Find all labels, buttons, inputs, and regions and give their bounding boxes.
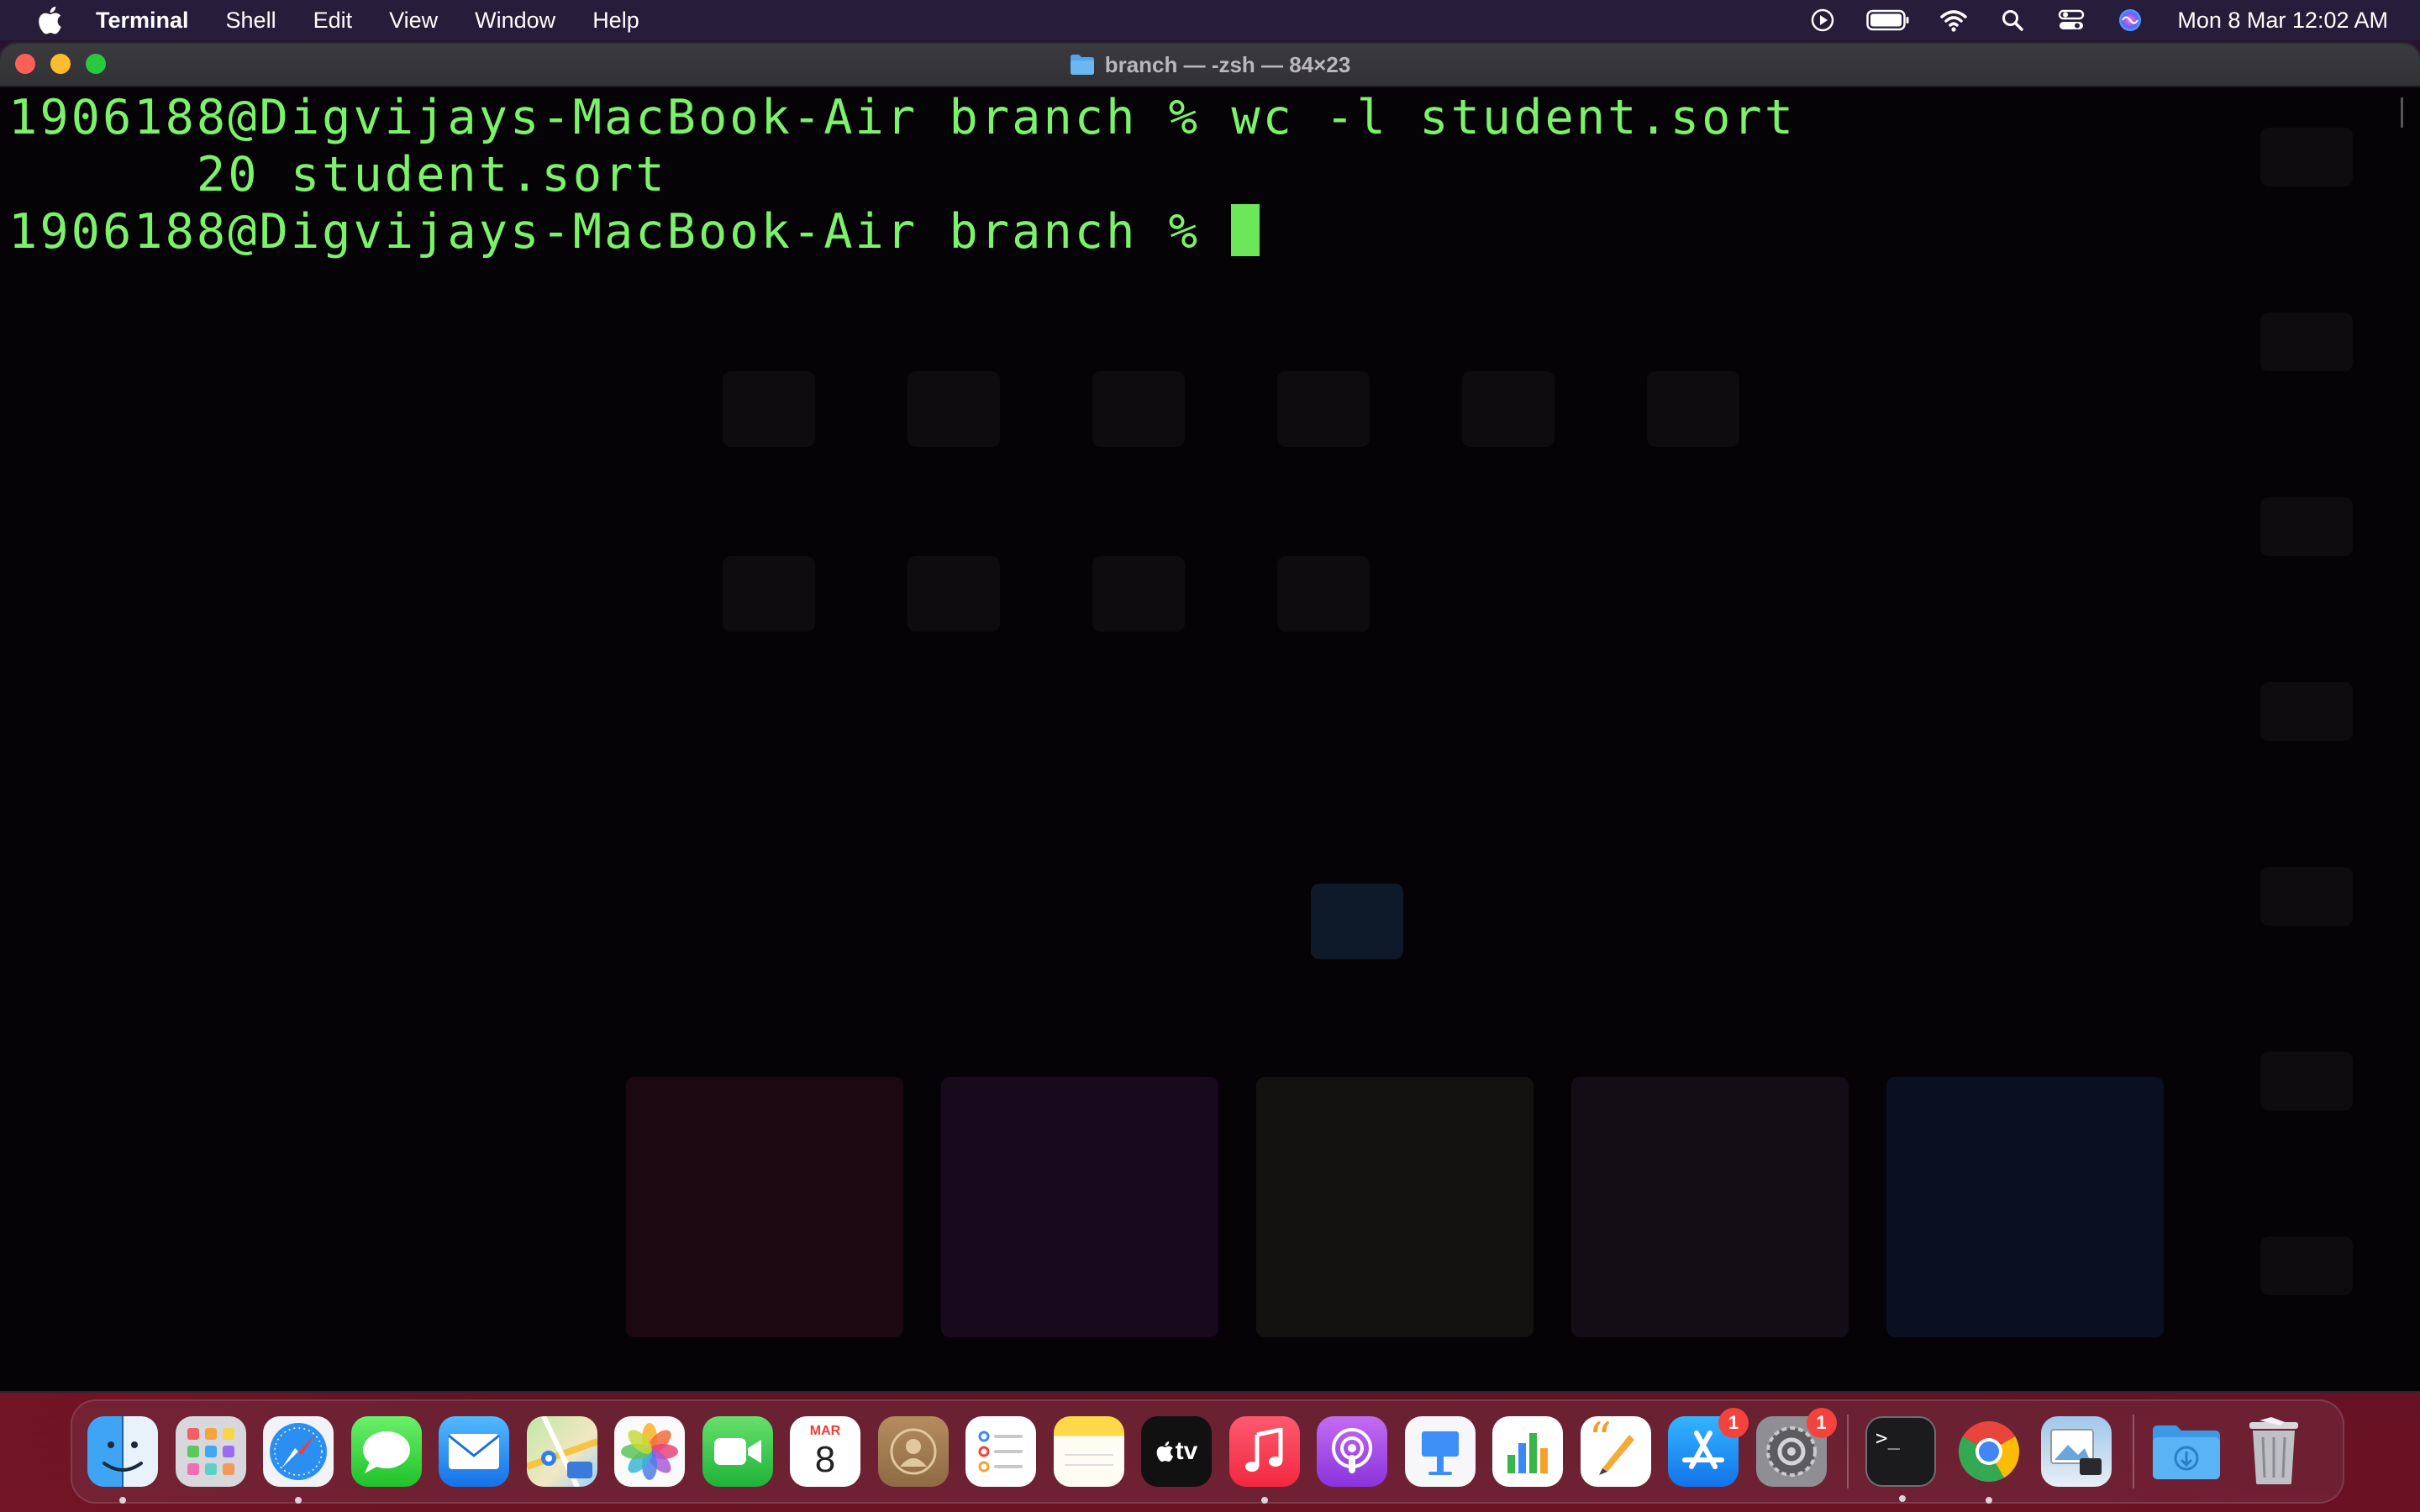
numbers-chart-icon xyxy=(1507,1433,1548,1473)
text-cursor xyxy=(1231,204,1260,256)
menu-bar-clock[interactable]: Mon 8 Mar 12:02 AM xyxy=(2177,8,2388,34)
chrome-icon xyxy=(1958,1421,2019,1483)
dock-safari[interactable] xyxy=(263,1416,334,1504)
pages-quote-glyph: “ xyxy=(1588,1413,1612,1466)
terminal-window: branch — -zsh — 84×23 1906188@Digvijays-… xyxy=(0,44,2420,1391)
menu-bar: Terminal Shell Edit View Window Help Mon… xyxy=(0,0,2420,40)
notification-badge: 1 xyxy=(1718,1408,1749,1438)
maps-icon xyxy=(526,1416,597,1487)
dock-app-store[interactable]: 1 xyxy=(1668,1408,1749,1487)
trash-icon xyxy=(2249,1417,2298,1484)
background-app-ghost xyxy=(0,86,2420,1391)
terminal-prompt-line: 1906188@Digvijays-MacBook-Air branch % xyxy=(8,203,2403,260)
battery-icon[interactable] xyxy=(1865,3,1912,37)
running-indicator xyxy=(295,1497,302,1504)
dock-downloads-folder[interactable] xyxy=(2151,1416,2222,1487)
terminal-output[interactable]: 1906188@Digvijays-MacBook-Air branch % w… xyxy=(8,89,2403,260)
siri-icon[interactable] xyxy=(2113,3,2147,37)
running-indicator xyxy=(1260,1497,1268,1504)
dock-separator xyxy=(1847,1415,1849,1488)
wifi-icon[interactable] xyxy=(1937,3,1970,37)
terminal-prompt: 1906188@Digvijays-MacBook-Air branch % xyxy=(8,204,1232,260)
running-indicator xyxy=(1985,1497,1992,1504)
dock-keynote[interactable] xyxy=(1404,1416,1476,1487)
keynote-podium-icon xyxy=(1421,1431,1459,1475)
mail-envelope-icon xyxy=(448,1434,500,1469)
running-indicator xyxy=(119,1497,126,1504)
dock-messages[interactable] xyxy=(350,1416,422,1487)
contacts-person-icon xyxy=(890,1428,936,1475)
dock-reminders[interactable] xyxy=(965,1416,1036,1487)
dock-calendar[interactable]: MAR 8 xyxy=(790,1416,860,1487)
dock-trash[interactable] xyxy=(2238,1416,2309,1487)
notification-badge: 1 xyxy=(1806,1408,1837,1438)
photos-flower-icon xyxy=(621,1423,678,1480)
dock-podcasts[interactable] xyxy=(1317,1416,1387,1487)
app-store-icon xyxy=(1682,1431,1724,1469)
facetime-camera-icon xyxy=(713,1438,761,1465)
close-window-button[interactable] xyxy=(15,54,35,74)
dock-separator xyxy=(2132,1415,2134,1488)
window-controls xyxy=(15,54,121,74)
dock-launchpad[interactable] xyxy=(175,1416,246,1487)
running-indicator xyxy=(1899,1495,1906,1502)
terminal-line: 1906188@Digvijays-MacBook-Air branch % w… xyxy=(8,90,1797,145)
control-center-icon[interactable] xyxy=(2054,3,2088,37)
downloads-folder-icon xyxy=(2152,1425,2220,1479)
terminal-prompt-glyph: >_ xyxy=(1876,1426,1900,1450)
dock-preview[interactable] xyxy=(2041,1416,2112,1487)
status-area: Mon 8 Mar 12:02 AM xyxy=(1781,3,2388,37)
menu-help[interactable]: Help xyxy=(592,8,639,34)
reminders-list-icon xyxy=(978,1431,1023,1473)
dock-notes[interactable] xyxy=(1053,1416,1124,1487)
launchpad-icon xyxy=(187,1428,234,1475)
dock-photos[interactable] xyxy=(614,1416,685,1487)
menu-app-name[interactable]: Terminal xyxy=(96,8,189,34)
dock-pages[interactable]: “ xyxy=(1580,1413,1651,1487)
zoom-window-button[interactable] xyxy=(86,54,106,74)
dock-contacts[interactable] xyxy=(877,1416,949,1487)
menu-shell[interactable]: Shell xyxy=(226,8,276,34)
calendar-day: 8 xyxy=(814,1439,836,1480)
apple-tv-logo-icon xyxy=(1156,1441,1173,1462)
apple-tv-label: tv xyxy=(1175,1437,1198,1465)
dock-numbers[interactable] xyxy=(1492,1416,1563,1487)
dock-finder[interactable] xyxy=(87,1416,158,1504)
menu-edit[interactable]: Edit xyxy=(313,8,353,34)
spotlight-search-icon[interactable] xyxy=(1996,3,2029,37)
dock-music[interactable] xyxy=(1228,1416,1300,1504)
preview-photos-icon xyxy=(2050,1429,2102,1475)
dock-apple-tv[interactable]: tv xyxy=(1141,1416,1212,1487)
screen-recording-icon[interactable] xyxy=(1806,3,1839,37)
dock-terminal[interactable]: >_ xyxy=(1865,1416,1936,1502)
safari-compass-icon xyxy=(270,1423,327,1480)
podcasts-icon xyxy=(1332,1428,1372,1473)
music-note-icon xyxy=(1244,1428,1282,1472)
dock-maps[interactable] xyxy=(526,1416,597,1487)
apple-menu-icon[interactable] xyxy=(34,4,66,36)
dock-mail[interactable] xyxy=(439,1416,509,1487)
window-title: branch — -zsh — 84×23 xyxy=(1070,51,1351,78)
dock-chrome[interactable] xyxy=(1954,1416,2024,1504)
messages-bubble-icon xyxy=(362,1431,410,1473)
menu-view[interactable]: View xyxy=(389,8,438,34)
dock: MAR 8 tv “ 1 1 >_ xyxy=(71,1399,2344,1504)
calendar-month: MAR xyxy=(809,1424,841,1438)
dock-facetime[interactable] xyxy=(702,1416,773,1487)
terminal-line: 20 student.sort xyxy=(8,147,667,202)
folder-icon xyxy=(1070,55,1094,75)
window-title-text: branch — -zsh — 84×23 xyxy=(1104,51,1351,77)
minimize-window-button[interactable] xyxy=(50,54,71,74)
dock-system-preferences[interactable]: 1 xyxy=(1755,1408,1837,1487)
notes-icon xyxy=(1064,1454,1113,1466)
menu-window[interactable]: Window xyxy=(475,8,555,34)
finder-icon xyxy=(103,1416,143,1487)
window-title-bar[interactable]: branch — -zsh — 84×23 xyxy=(0,44,2420,87)
